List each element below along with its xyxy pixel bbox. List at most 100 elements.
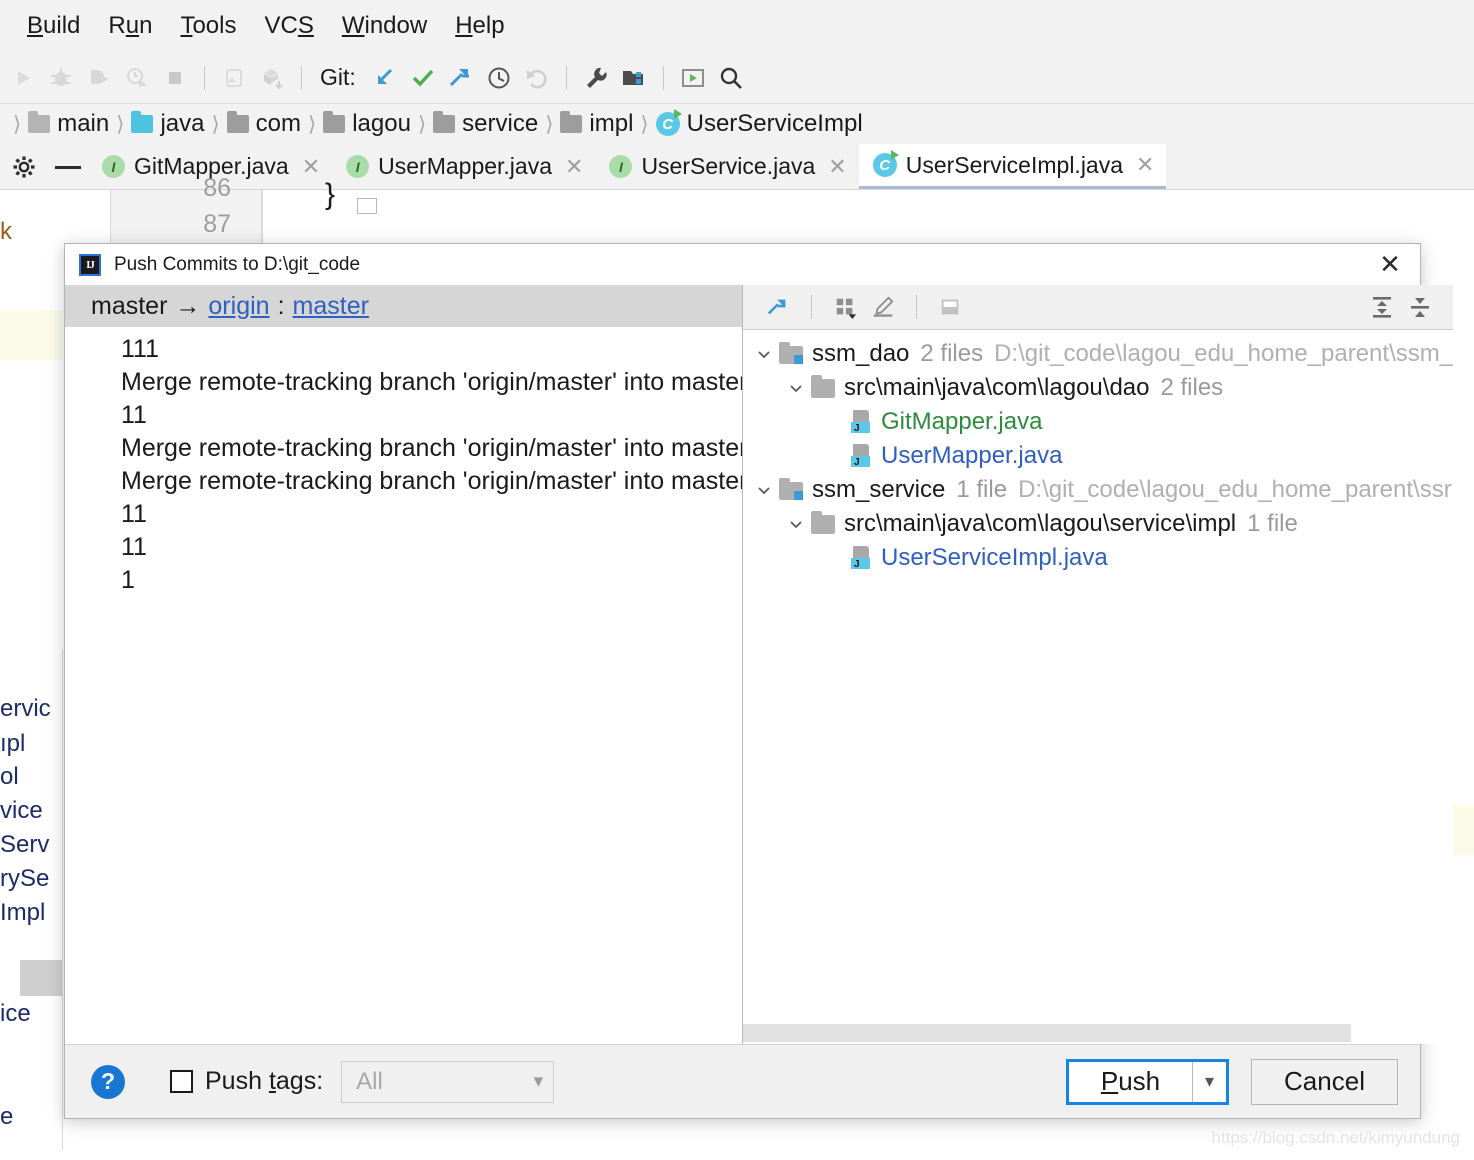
commit-row[interactable]: 11 [65,399,742,432]
breadcrumb-item-service[interactable]: service [433,110,538,138]
project-structure-icon[interactable] [617,61,651,95]
tree-node-directory[interactable]: src\main\java\com\lagou\dao 2 files [743,371,1453,405]
show-diff-icon[interactable] [759,288,797,326]
chevron-down-icon[interactable] [753,343,775,365]
avd-manager-icon[interactable] [676,61,710,95]
toolbar-separator [811,295,812,319]
tab-userservice-java[interactable]: I UserService.java ✕ [595,144,859,189]
breadcrumb-item-userserviceimpl[interactable]: C UserServiceImpl [655,109,863,138]
breadcrumb-item-main[interactable]: main [28,110,109,138]
rollback-icon[interactable] [520,61,554,95]
commit-row[interactable]: Merge remote-tracking branch 'origin/mas… [65,366,742,399]
breadcrumb-item-com[interactable]: com [226,110,301,138]
expand-all-icon[interactable] [1363,288,1401,326]
breadcrumb-item-java[interactable]: java [131,110,204,138]
breadcrumb-item-impl[interactable]: impl [560,110,633,138]
dialog-title-bar: IJ Push Commits to D:\git_code ✕ [65,244,1420,285]
main-toolbar: Git: [0,52,1474,104]
run-with-coverage-icon[interactable] [82,61,116,95]
cancel-button[interactable]: Cancel [1251,1058,1398,1105]
chevron-down-icon[interactable] [785,513,807,535]
tree-node-label: src\main\java\com\lagou\dao [844,374,1150,401]
menu-item-tools[interactable]: Tools [171,10,245,42]
profile-icon[interactable] [120,61,154,95]
folder-icon [28,111,51,133]
remote-link[interactable]: origin [208,292,269,321]
menu-item-run[interactable]: Run [99,10,161,42]
update-project-icon[interactable] [368,61,402,95]
tree-node-file-usermapper[interactable]: J UserMapper.java [743,439,1453,473]
gear-icon[interactable] [0,144,48,189]
collapse-all-icon[interactable] [1401,288,1439,326]
commit-row[interactable]: Merge remote-tracking branch 'origin/mas… [65,465,742,498]
push-tags-checkbox[interactable] [170,1070,193,1093]
breadcrumb-sep-1: ⟩ [116,112,125,136]
dialog-title: Push Commits to D:\git_code [114,253,361,275]
scrollbar-thumb[interactable] [743,1024,1351,1042]
code-fold-marker[interactable] [357,198,377,214]
edit-source-icon[interactable] [864,288,902,326]
menu-item-help[interactable]: Help [446,10,513,42]
commit-icon[interactable] [406,61,440,95]
menu-item-build[interactable]: Build [18,10,89,42]
toolbar-separator-2 [301,65,302,90]
target-branch-link[interactable]: master [293,292,369,321]
push-tags-select[interactable]: All ▾ [341,1060,555,1103]
breadcrumb: ⟩ main ⟩ java ⟩ com ⟩ lagou ⟩ service ⟩ … [0,104,1474,144]
chevron-down-icon[interactable] [785,377,807,399]
preview-icon[interactable] [931,288,969,326]
tab-usermapper-java[interactable]: I UserMapper.java ✕ [332,144,596,189]
changed-files-tree[interactable]: ssm_dao 2 files D:\git_code\lagou_edu_ho… [743,330,1454,1022]
interface-icon: I [609,155,633,178]
tab-userserviceimpl-java[interactable]: C UserServiceImpl.java ✕ [858,144,1167,189]
push-tags-label: Push tags: [205,1067,324,1095]
push-dropdown-arrow[interactable]: ▾ [1192,1061,1226,1102]
run-icon[interactable] [6,61,40,95]
tree-node-module[interactable]: ssm_dao 2 files D:\git_code\lagou_edu_ho… [743,337,1453,371]
commit-row[interactable]: 111 [65,333,742,366]
breadcrumb-item-lagou[interactable]: lagou [323,110,411,138]
commit-row[interactable]: 11 [65,531,742,564]
close-icon[interactable]: ✕ [1136,152,1154,178]
changed-files-pane: ssm_dao 2 files D:\git_code\lagou_edu_ho… [743,285,1454,1044]
menu-item-vcs[interactable]: VCS [255,10,322,42]
help-icon[interactable]: ? [91,1064,125,1099]
commit-row[interactable]: Merge remote-tracking branch 'origin/mas… [65,432,742,465]
commit-list[interactable]: 111 Merge remote-tracking branch 'origin… [65,327,742,1044]
close-icon[interactable]: ✕ [828,154,846,180]
tab-label: UserMapper.java [378,153,552,179]
close-icon[interactable]: ✕ [1370,247,1410,283]
group-by-icon[interactable] [826,288,864,326]
commit-row[interactable]: 11 [65,498,742,531]
search-everywhere-icon[interactable] [714,61,748,95]
install-apk-icon[interactable] [217,61,251,95]
chevron-down-icon[interactable] [753,479,775,501]
minimize-icon[interactable] [48,144,88,189]
menu-item-window[interactable]: Window [333,10,436,42]
push-icon[interactable] [444,61,478,95]
tree-node-file-userserviceimpl[interactable]: J UserServiceImpl.java [743,541,1453,575]
editor-highlight-strip [0,310,62,360]
tab-label: UserServiceImpl.java [905,151,1124,178]
breadcrumb-sep-0: ⟩ [13,112,22,136]
toolbar-separator-2 [916,295,917,319]
close-icon[interactable]: ✕ [565,154,583,180]
folder-icon [811,374,835,398]
commit-row[interactable]: 1 [65,564,742,597]
screen-root: Build Run Tools VCS Window Help Git: ⟩ m… [0,0,1474,1160]
tree-node-directory-2[interactable]: src\main\java\com\lagou\service\impl 1 f… [743,507,1453,541]
tree-node-file-gitmapper[interactable]: J GitMapper.java [743,405,1453,439]
horizontal-scrollbar[interactable] [743,1022,1454,1044]
branch-header-row[interactable]: master → origin : master [65,285,742,327]
sync-gradle-icon[interactable] [255,61,289,95]
debug-icon[interactable] [44,61,78,95]
history-icon[interactable] [482,61,516,95]
module-icon [779,478,803,500]
tree-node-module-2[interactable]: ssm_service 1 file D:\git_code\lagou_edu… [743,473,1453,507]
push-button[interactable]: Push ▾ [1066,1058,1229,1105]
settings-wrench-icon[interactable] [579,61,613,95]
close-icon[interactable]: ✕ [302,154,320,180]
stop-icon[interactable] [158,61,192,95]
project-fragment: e [0,1103,14,1130]
tree-node-count: 1 file [1247,510,1298,537]
